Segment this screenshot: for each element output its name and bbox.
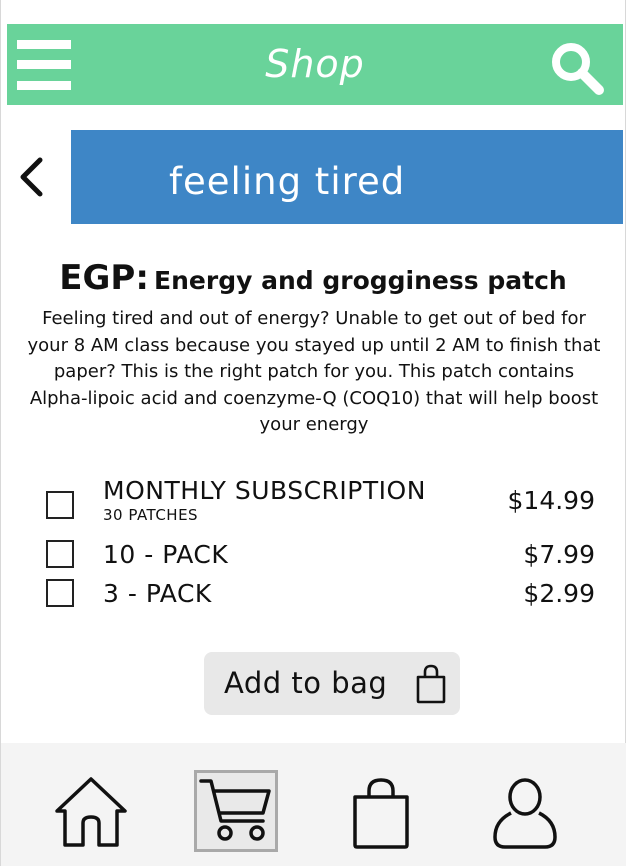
product-code: EGP: bbox=[59, 258, 149, 298]
shopping-bag-icon[interactable] bbox=[351, 777, 411, 849]
chevron-left-icon[interactable] bbox=[15, 152, 49, 202]
option-label: MONTHLY SUBSCRIPTION bbox=[103, 476, 426, 505]
option-price: $2.99 bbox=[523, 579, 595, 608]
home-icon[interactable] bbox=[53, 775, 129, 849]
add-to-bag-label: Add to bag bbox=[224, 666, 388, 700]
category-banner: feeling tired bbox=[71, 130, 623, 224]
option-price: $14.99 bbox=[507, 486, 595, 515]
bottom-nav bbox=[1, 743, 626, 866]
page-title: Shop bbox=[265, 42, 365, 86]
option-label: 10 - PACK bbox=[103, 540, 229, 569]
search-icon[interactable] bbox=[549, 40, 605, 96]
product-name: Energy and grogginess patch bbox=[154, 266, 567, 295]
option-checkbox[interactable] bbox=[46, 579, 74, 607]
add-to-bag-button[interactable]: Add to bag bbox=[204, 652, 460, 715]
top-bar: Shop bbox=[7, 24, 623, 105]
product-description: Feeling tired and out of energy? Unable … bbox=[27, 308, 601, 435]
option-checkbox[interactable] bbox=[46, 491, 74, 519]
cart-icon[interactable] bbox=[194, 770, 278, 852]
shopping-bag-icon bbox=[414, 664, 448, 704]
category-label: feeling tired bbox=[169, 160, 406, 203]
option-label: 3 - PACK bbox=[103, 579, 212, 608]
option-checkbox[interactable] bbox=[46, 540, 74, 568]
product-title: EGP: Energy and grogginess patch bbox=[1, 258, 625, 298]
app-frame: Shop feeling tired EGP: Energy and grogg… bbox=[0, 0, 626, 866]
option-sublabel: 30 PATCHES bbox=[103, 506, 199, 524]
user-icon[interactable] bbox=[491, 777, 559, 849]
option-price: $7.99 bbox=[523, 540, 595, 569]
